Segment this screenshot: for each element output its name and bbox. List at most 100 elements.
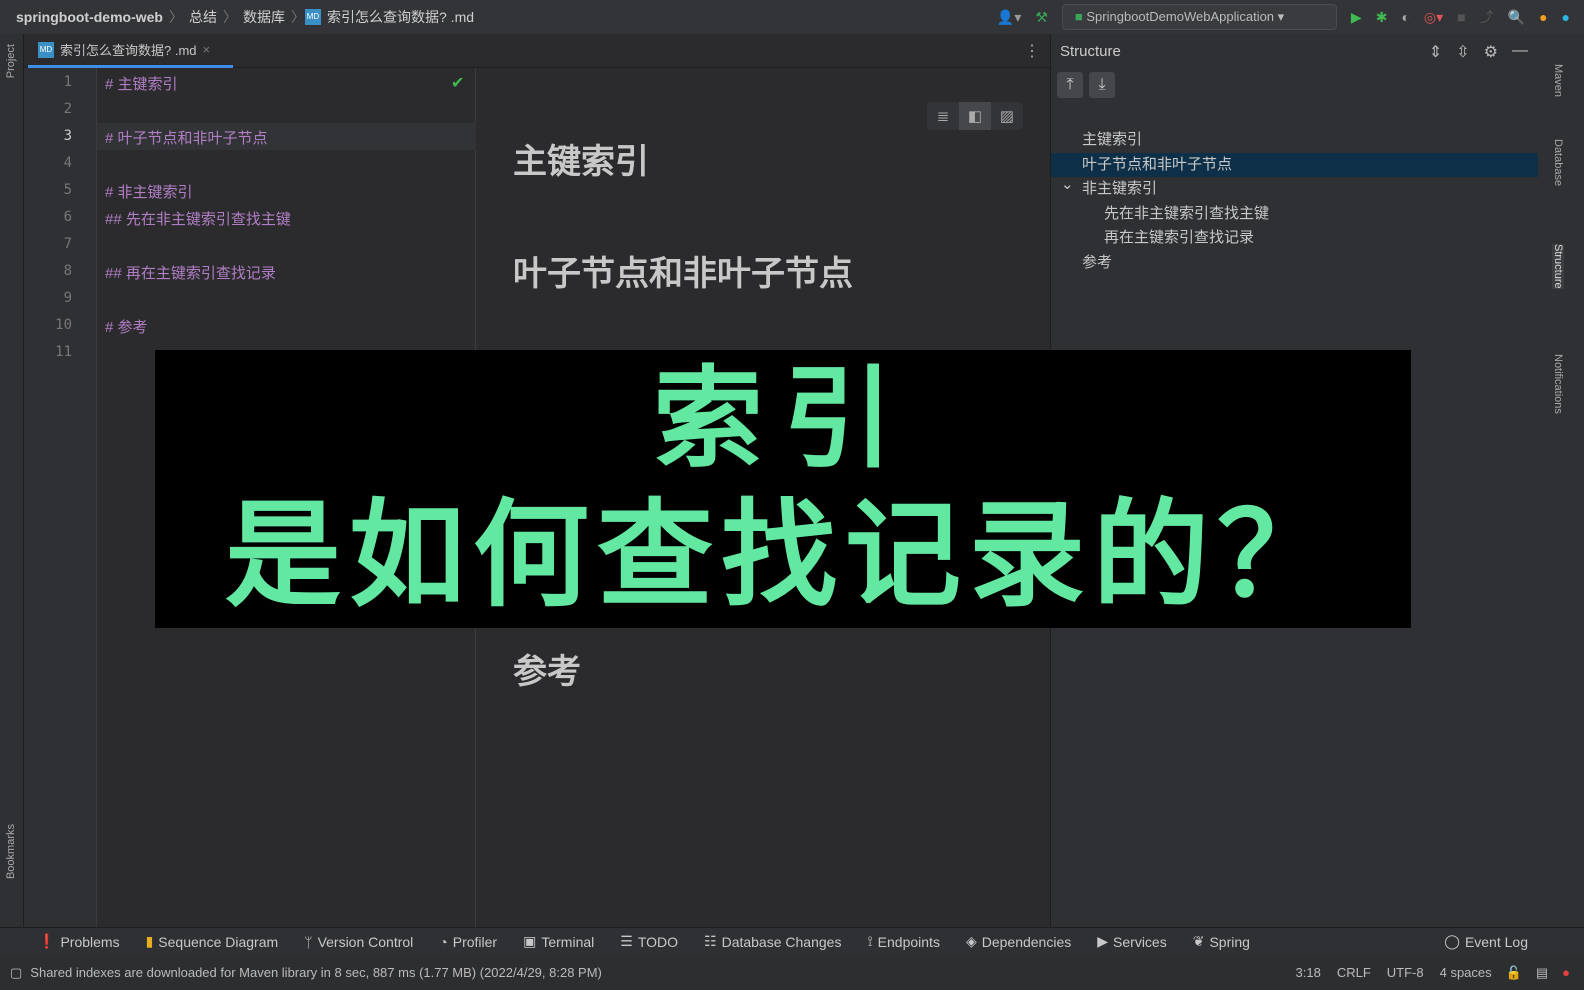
memory-icon[interactable]: ▤: [1536, 965, 1548, 981]
notification-icon[interactable]: ●: [1562, 965, 1570, 980]
line-number: 4: [63, 155, 72, 171]
gear-icon[interactable]: ⚙: [1484, 42, 1498, 62]
line-number: 9: [63, 290, 72, 306]
run-icon[interactable]: ▶: [1351, 9, 1362, 26]
tool-window-version-control[interactable]: ᛘ Version Control: [304, 934, 413, 950]
tool-window-terminal[interactable]: ▣ Terminal: [523, 933, 594, 950]
plugin-icon[interactable]: ●: [1539, 9, 1547, 25]
tool-window-spring[interactable]: ❦ Spring: [1193, 933, 1250, 950]
project-tool-button[interactable]: Project: [5, 44, 17, 78]
line-number: 2: [63, 101, 72, 117]
structure-node-label: 参考: [1082, 253, 1113, 271]
bookmarks-tool-button[interactable]: Bookmarks: [5, 824, 17, 879]
profile-icon[interactable]: ◎▾: [1424, 9, 1443, 26]
structure-title: Structure: [1060, 42, 1121, 60]
problems-icon: ❗: [38, 933, 56, 949]
line-number-gutter: 1 2 3 4 5 6 7 8 9 10 11: [24, 68, 97, 927]
debug-icon[interactable]: ✱: [1376, 9, 1388, 26]
tool-window-label: Profiler: [452, 933, 498, 950]
chevron-down-icon[interactable]: ⌄: [1061, 173, 1074, 197]
structure-node[interactable]: 主键索引: [1051, 128, 1539, 152]
line-number: 7: [63, 236, 72, 252]
tab-label: 索引怎么查询数据? .md: [60, 43, 197, 58]
preview-mode-toggle: ≣ ◧ ▨: [927, 102, 1023, 130]
vcs-user-icon[interactable]: 👤▾: [997, 9, 1021, 26]
database-tool-button[interactable]: Database: [1552, 139, 1564, 186]
structure-tool-button[interactable]: Structure: [1552, 244, 1564, 289]
line-separator[interactable]: CRLF: [1337, 965, 1371, 980]
profiler-icon: ◔: [439, 933, 448, 950]
tool-window-dependencies[interactable]: ◈ Dependencies: [966, 933, 1071, 950]
close-icon[interactable]: ×: [203, 42, 211, 57]
tab-markdown-file[interactable]: MD 索引怎么查询数据? .md ×: [28, 34, 233, 68]
structure-node-label: 非主键索引: [1082, 180, 1158, 197]
structure-node-label: 叶子节点和非叶子节点: [1082, 155, 1233, 173]
structure-node[interactable]: ⌄ 非主键索引: [1051, 176, 1539, 201]
caret-position[interactable]: 3:18: [1296, 965, 1321, 980]
structure-node[interactable]: 再在主键索引查找记录: [1051, 226, 1539, 250]
structure-node[interactable]: 叶子节点和非叶子节点: [1051, 152, 1539, 177]
title-bar: springboot-demo-web 〉 总结〉 数据库〉 MD 索引怎么查询数…: [0, 0, 1584, 34]
breadcrumb-folder[interactable]: 数据库: [237, 7, 291, 27]
navigate-down-icon[interactable]: ⤓: [1089, 72, 1115, 98]
build-hammer-icon[interactable]: ⚒: [1035, 9, 1048, 26]
services-icon: ▶: [1097, 933, 1109, 949]
tool-window-sequence-diagram[interactable]: ▮ Sequence Diagram: [146, 933, 279, 950]
tool-window-services[interactable]: ▶ Services: [1097, 933, 1166, 950]
expand-all-icon[interactable]: ⇕: [1429, 42, 1442, 62]
title-overlay-banner: 索引 是如何查找记录的？: [155, 350, 1411, 628]
line-number: 1: [63, 74, 72, 90]
run-config-select[interactable]: ■ SpringbootDemoWebApplication ▾: [1061, 4, 1337, 30]
search-icon[interactable]: 🔍: [1508, 9, 1525, 26]
vcs-icon[interactable]: ⤴: [1480, 7, 1494, 27]
file-encoding[interactable]: UTF-8: [1387, 965, 1424, 980]
preview-heading: 主键索引: [513, 143, 649, 181]
overlay-title-line2: 是如何查找记录的？: [225, 490, 1341, 620]
code-line: # 主键索引: [105, 76, 178, 93]
event-log-button[interactable]: ◯ Event Log: [1444, 933, 1528, 950]
tool-window-label: Endpoints: [877, 933, 940, 950]
code-line: # 叶子节点和非叶子节点: [105, 130, 268, 147]
coverage-icon[interactable]: ◐: [1401, 9, 1409, 25]
structure-node[interactable]: 先在非主键索引查找主键: [1051, 202, 1539, 226]
tool-window-endpoints[interactable]: ⟟ Endpoints: [867, 933, 940, 950]
event-log-icon: ◯: [1444, 933, 1460, 949]
tool-window-label: Services: [1113, 933, 1167, 950]
tool-window-profiler[interactable]: ◔ Profiler: [439, 934, 497, 950]
split-view-icon[interactable]: ◧: [959, 102, 991, 130]
structure-node-label: 先在非主键索引查找主键: [1104, 204, 1270, 222]
editor-tab-bar: MD 索引怎么查询数据? .md × ⋮: [24, 34, 1050, 68]
status-toggle-icon[interactable]: ▢: [10, 965, 22, 981]
line-number: 5: [63, 182, 72, 198]
terminal-icon: ▣: [523, 933, 537, 949]
navigate-up-icon[interactable]: ⤒: [1057, 72, 1083, 98]
tool-window-database-changes[interactable]: ☷ Database Changes: [704, 933, 841, 950]
maven-tool-button[interactable]: Maven: [1552, 64, 1564, 97]
status-message[interactable]: Shared indexes are downloaded for Maven …: [30, 965, 602, 980]
tool-window-problems[interactable]: ❗ Problems: [38, 933, 120, 950]
tool-window-label: Dependencies: [981, 933, 1072, 950]
line-number: 8: [63, 263, 72, 279]
code-line: ## 再在主键索引查找记录: [105, 265, 276, 282]
breadcrumb-folder[interactable]: 总结: [183, 7, 223, 27]
code-line: # 非主键索引: [105, 184, 193, 201]
notifications-tool-button[interactable]: Notifications: [1552, 354, 1564, 414]
breadcrumb-project[interactable]: springboot-demo-web: [10, 9, 169, 25]
tool-window-todo[interactable]: ☰ TODO: [620, 933, 678, 950]
preview-only-icon[interactable]: ▨: [991, 102, 1023, 130]
line-number: 3: [63, 128, 72, 144]
toolbox-icon[interactable]: ●: [1562, 9, 1570, 25]
version-control-icon: ᛘ: [304, 933, 313, 950]
collapse-all-icon[interactable]: ⇳: [1456, 42, 1469, 62]
breadcrumb-file[interactable]: 索引怎么查询数据? .md: [321, 7, 480, 27]
lock-icon[interactable]: 🔓: [1506, 965, 1522, 981]
endpoints-icon: ⟟: [867, 933, 873, 949]
hide-icon[interactable]: —: [1512, 42, 1528, 62]
database-changes-icon: ☷: [704, 933, 717, 949]
structure-node-label: 再在主键索引查找记录: [1104, 229, 1255, 246]
stop-icon[interactable]: ■: [1457, 9, 1465, 25]
indent-setting[interactable]: 4 spaces: [1440, 965, 1492, 980]
editor-only-icon[interactable]: ≣: [927, 102, 959, 130]
more-options-icon[interactable]: ⋮: [1024, 41, 1040, 61]
structure-node[interactable]: 参考: [1051, 251, 1539, 275]
